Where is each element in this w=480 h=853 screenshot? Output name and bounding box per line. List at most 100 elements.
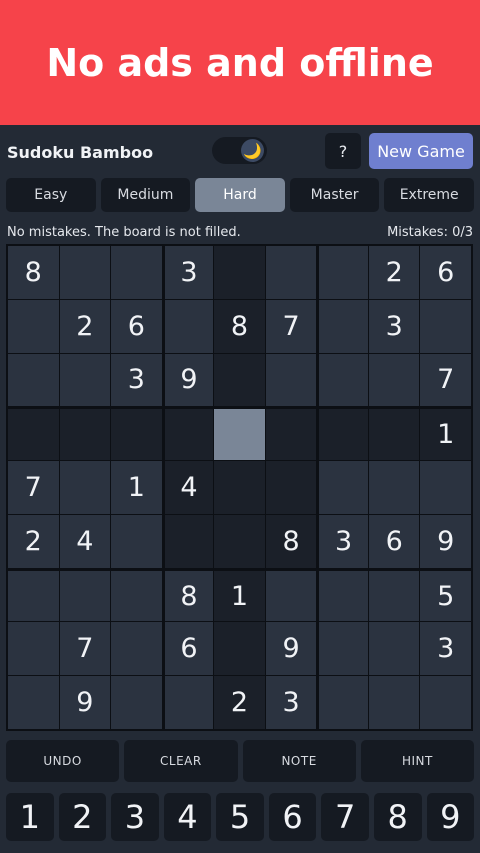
board-cell[interactable]: 7 bbox=[8, 461, 59, 514]
board-cell[interactable] bbox=[317, 299, 368, 353]
board-cell[interactable] bbox=[8, 568, 59, 622]
number-button-3[interactable]: 3 bbox=[111, 793, 159, 841]
board-cell[interactable] bbox=[162, 407, 214, 461]
board-cell[interactable]: 7 bbox=[265, 299, 317, 353]
board-cell[interactable] bbox=[368, 568, 420, 622]
board-cell[interactable] bbox=[368, 461, 420, 514]
board-cell[interactable]: 4 bbox=[162, 461, 214, 514]
board-cell[interactable]: 6 bbox=[162, 622, 214, 676]
board-cell[interactable] bbox=[265, 568, 317, 622]
tab-easy[interactable]: Easy bbox=[6, 178, 96, 212]
board-cell[interactable] bbox=[162, 299, 214, 353]
number-button-5[interactable]: 5 bbox=[216, 793, 264, 841]
board-cell[interactable] bbox=[111, 676, 162, 729]
board-cell[interactable]: 2 bbox=[214, 676, 265, 729]
board-cell[interactable] bbox=[317, 461, 368, 514]
board-cell[interactable] bbox=[111, 246, 162, 299]
tab-extreme[interactable]: Extreme bbox=[384, 178, 474, 212]
board-cell[interactable] bbox=[111, 622, 162, 676]
board-cell[interactable]: 9 bbox=[59, 676, 111, 729]
tab-master[interactable]: Master bbox=[289, 178, 380, 212]
board-cell[interactable]: 1 bbox=[420, 407, 471, 461]
board-cell[interactable] bbox=[162, 676, 214, 729]
board-cell[interactable] bbox=[420, 676, 471, 729]
board-cell[interactable]: 2 bbox=[368, 246, 420, 299]
board-cell[interactable]: 3 bbox=[420, 622, 471, 676]
board-cell[interactable]: 8 bbox=[265, 514, 317, 568]
board-cell[interactable] bbox=[59, 568, 111, 622]
board-cell[interactable] bbox=[368, 353, 420, 407]
board-cell[interactable] bbox=[214, 622, 265, 676]
board-cell[interactable]: 9 bbox=[420, 514, 471, 568]
note-button[interactable]: NOTE bbox=[242, 740, 356, 782]
theme-toggle[interactable]: 🌙 bbox=[212, 137, 267, 164]
board-cell[interactable] bbox=[420, 461, 471, 514]
board-cell[interactable]: 4 bbox=[59, 514, 111, 568]
number-button-1[interactable]: 1 bbox=[6, 793, 54, 841]
board-cell[interactable]: 8 bbox=[214, 299, 265, 353]
board-cell[interactable]: 6 bbox=[368, 514, 420, 568]
number-button-6[interactable]: 6 bbox=[268, 793, 317, 841]
board-cell[interactable] bbox=[368, 676, 420, 729]
board-cell[interactable]: 5 bbox=[420, 568, 471, 622]
board-cell[interactable]: 3 bbox=[317, 514, 368, 568]
board-cell[interactable] bbox=[214, 461, 265, 514]
board-cell[interactable] bbox=[59, 407, 111, 461]
number-button-9[interactable]: 9 bbox=[426, 793, 475, 841]
board-cell[interactable]: 2 bbox=[8, 514, 59, 568]
board-cell[interactable]: 6 bbox=[111, 299, 162, 353]
board-cell[interactable] bbox=[368, 407, 420, 461]
board-cell[interactable]: 1 bbox=[111, 461, 162, 514]
board-cell[interactable]: 2 bbox=[59, 299, 111, 353]
hint-button[interactable]: HINT bbox=[360, 740, 474, 782]
board-cell[interactable] bbox=[8, 353, 59, 407]
board-cell[interactable] bbox=[368, 622, 420, 676]
board-cell[interactable] bbox=[59, 461, 111, 514]
tab-hard[interactable]: Hard bbox=[195, 178, 285, 212]
board-cell[interactable] bbox=[111, 407, 162, 461]
undo-button[interactable]: UNDO bbox=[6, 740, 120, 782]
board-cell[interactable] bbox=[214, 407, 265, 461]
board-cell[interactable] bbox=[162, 514, 214, 568]
board-cell[interactable] bbox=[214, 353, 265, 407]
board-cell[interactable]: 8 bbox=[162, 568, 214, 622]
board-cell[interactable]: 1 bbox=[214, 568, 265, 622]
help-button[interactable]: ? bbox=[325, 133, 361, 169]
board-cell[interactable] bbox=[214, 514, 265, 568]
board-cell[interactable] bbox=[265, 246, 317, 299]
board-cell[interactable] bbox=[420, 299, 471, 353]
board-cell[interactable] bbox=[265, 461, 317, 514]
number-button-7[interactable]: 7 bbox=[321, 793, 369, 841]
board-cell[interactable] bbox=[8, 622, 59, 676]
tab-medium[interactable]: Medium bbox=[100, 178, 191, 212]
number-button-2[interactable]: 2 bbox=[58, 793, 107, 841]
board-cell[interactable] bbox=[317, 246, 368, 299]
board-cell[interactable] bbox=[8, 407, 59, 461]
board-cell[interactable]: 9 bbox=[265, 622, 317, 676]
number-button-4[interactable]: 4 bbox=[163, 793, 212, 841]
board-cell[interactable] bbox=[111, 568, 162, 622]
board-cell[interactable] bbox=[265, 353, 317, 407]
board-cell[interactable] bbox=[317, 622, 368, 676]
board-cell[interactable] bbox=[111, 514, 162, 568]
board-cell[interactable]: 3 bbox=[111, 353, 162, 407]
board-cell[interactable] bbox=[317, 568, 368, 622]
board-cell[interactable]: 3 bbox=[162, 246, 214, 299]
board-cell[interactable]: 9 bbox=[162, 353, 214, 407]
board-cell[interactable]: 3 bbox=[368, 299, 420, 353]
board-cell[interactable] bbox=[8, 299, 59, 353]
clear-button[interactable]: CLEAR bbox=[124, 740, 238, 782]
board-cell[interactable] bbox=[59, 246, 111, 299]
board-cell[interactable]: 7 bbox=[59, 622, 111, 676]
new-game-button[interactable]: New Game bbox=[369, 133, 473, 169]
board-cell[interactable]: 7 bbox=[420, 353, 471, 407]
board-cell[interactable] bbox=[317, 407, 368, 461]
number-button-8[interactable]: 8 bbox=[373, 793, 422, 841]
board-cell[interactable] bbox=[317, 353, 368, 407]
board-cell[interactable]: 8 bbox=[8, 246, 59, 299]
board-cell[interactable]: 3 bbox=[265, 676, 317, 729]
board-cell[interactable] bbox=[265, 407, 317, 461]
board-cell[interactable]: 6 bbox=[420, 246, 471, 299]
board-cell[interactable] bbox=[59, 353, 111, 407]
board-cell[interactable] bbox=[8, 676, 59, 729]
